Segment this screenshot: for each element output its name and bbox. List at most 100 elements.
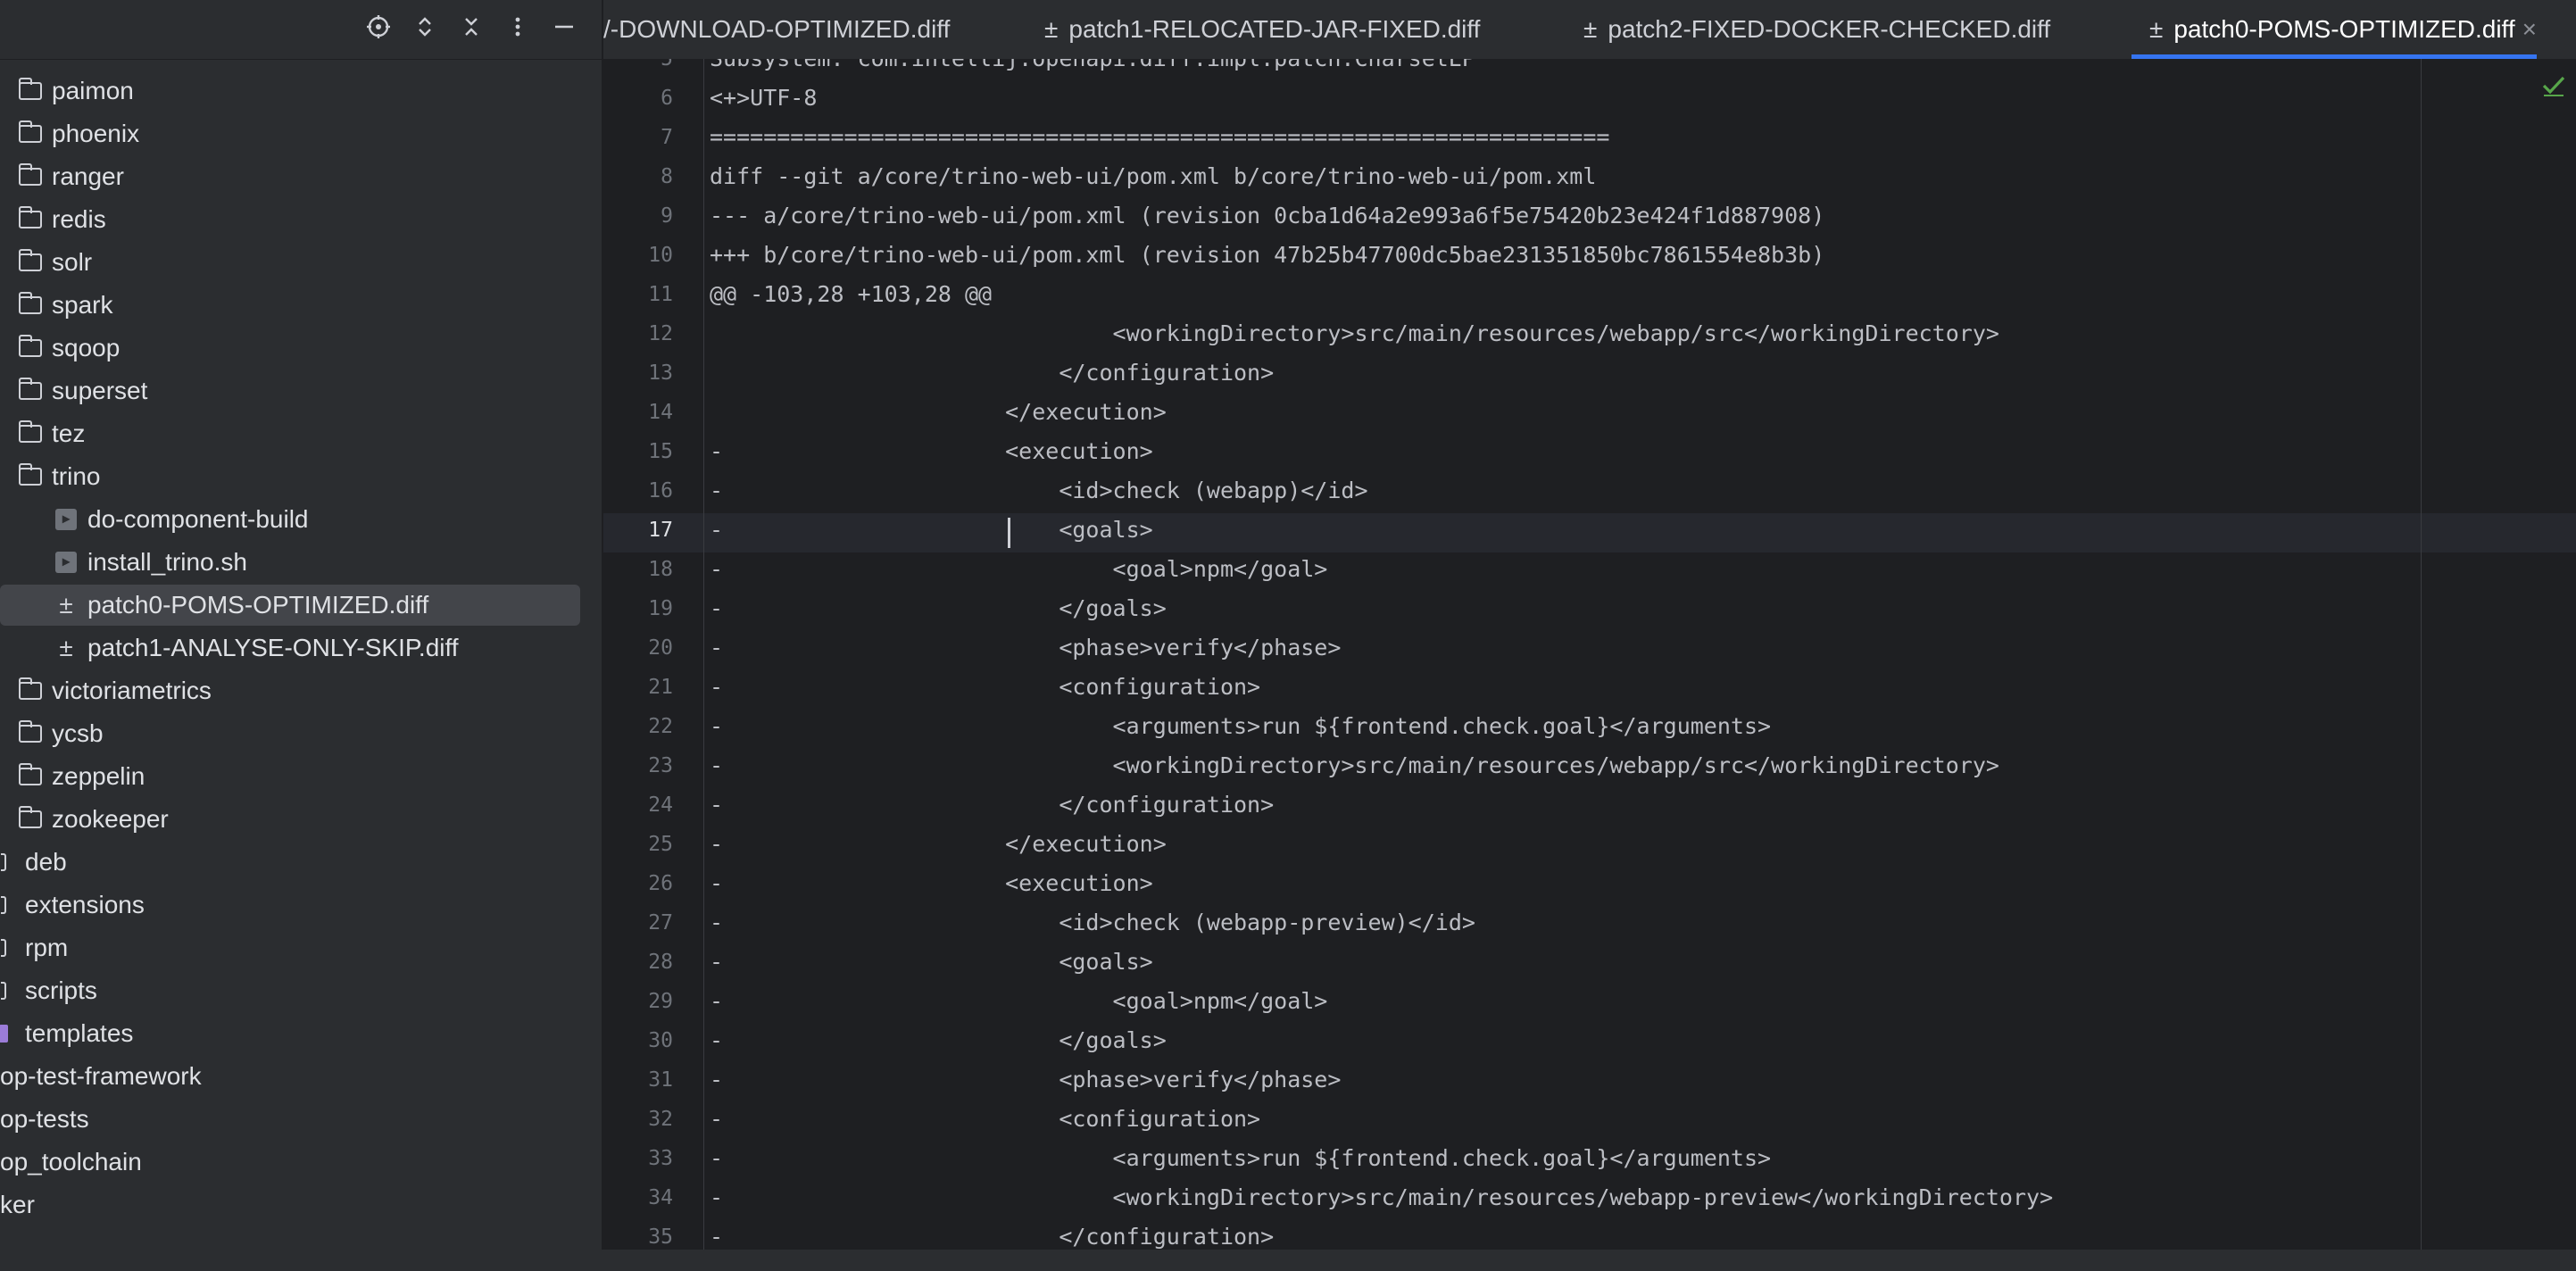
code-line[interactable]: - <id>check (webapp)</id> (710, 471, 1368, 511)
tree-item-patch0-poms-optimized-diff[interactable]: ± patch0-POMS-OPTIMIZED.diff (0, 585, 602, 626)
tree-item-tez[interactable]: tez (0, 414, 602, 453)
line-number: 5 (661, 59, 673, 71)
code-line[interactable]: - </configuration> (710, 1217, 1274, 1250)
tree-item-solr[interactable]: solr (0, 243, 602, 282)
code-line[interactable]: </execution> (710, 393, 1167, 432)
tree-item-rpm[interactable]: rpm (0, 928, 602, 968)
tree-item-patch1-analyse-only-skip-diff[interactable]: ± patch1-ANALYSE-ONLY-SKIP.diff (0, 628, 602, 668)
tree-item-do-component-build[interactable]: ▸ do-component-build (0, 500, 602, 539)
tree-item-op-tests[interactable]: op-tests (0, 1100, 602, 1139)
tab-download-optimized-diff[interactable]: /-DOWNLOAD-OPTIMIZED.diff (603, 0, 950, 59)
code-line[interactable]: - <goals> (710, 943, 1153, 982)
code-line[interactable]: - <id>check (webapp-preview)</id> (710, 903, 1475, 943)
line-number: 23 (648, 754, 673, 777)
tree-item-superset[interactable]: superset (0, 371, 602, 411)
tree-item-redis[interactable]: redis (0, 200, 602, 239)
code-line[interactable]: - <phase>verify</phase> (710, 1060, 1341, 1100)
tree-item-label: patch1-ANALYSE-ONLY-SKIP.diff (87, 634, 459, 661)
code-line[interactable]: ========================================… (710, 118, 1609, 157)
code-line[interactable]: - <phase>verify</phase> (710, 628, 1341, 668)
horizontal-scrollbar[interactable] (603, 1250, 2576, 1271)
folder-icon (16, 763, 45, 789)
code-line[interactable]: --- a/core/trino-web-ui/pom.xml (revisio… (710, 196, 1824, 236)
folder-icon (16, 335, 45, 361)
editor-tabs: /-DOWNLOAD-OPTIMIZED.diff ± patch1-RELOCAT… (603, 0, 2576, 60)
folder-icon (0, 850, 18, 875)
code-line[interactable]: - <goal>npm</goal> (710, 550, 1327, 589)
code-line[interactable]: - <arguments>run ${frontend.check.goal}<… (710, 1139, 1771, 1178)
tree-item-sqoop[interactable]: sqoop (0, 328, 602, 368)
line-number: 29 (648, 990, 673, 1013)
code-line[interactable]: - <execution> (710, 864, 1153, 903)
code-line[interactable]: - <workingDirectory>src/main/resources/w… (710, 746, 1999, 785)
close-tab-icon[interactable]: × (2522, 15, 2537, 44)
tree-item-ker[interactable]: ker (0, 1185, 602, 1225)
tree-item-templates[interactable]: templates (0, 1014, 602, 1053)
tree-item-extensions[interactable]: extensions (0, 885, 602, 925)
tab-patch0-poms-optimized-diff[interactable]: ± patch0-POMS-OPTIMIZED.diff × (2131, 0, 2537, 59)
tab-label: patch2-FIXED-DOCKER-CHECKED.diff (1608, 15, 2051, 43)
code-line[interactable]: - </execution> (710, 825, 1167, 864)
tree-item-label: spark (52, 291, 113, 319)
code-editor[interactable]: 5 6 7 8 9 10 11 12 13 14 15 16 17 18 19 20 21 22 23 24 25 26 2… (603, 59, 2576, 1250)
code-line[interactable]: <+>UTF-8 (710, 79, 817, 118)
code-line[interactable]: - <execution> (710, 432, 1153, 471)
tab-patch2-fixed-docker-checked-diff[interactable]: ± patch2-FIXED-DOCKER-CHECKED.diff (1583, 0, 2050, 59)
code-line[interactable]: diff --git a/core/trino-web-ui/pom.xml b… (710, 157, 1596, 196)
tree-item-label: zeppelin (52, 762, 145, 790)
tree-item-zookeeper[interactable]: zookeeper (0, 800, 602, 839)
tree-item-trino[interactable]: trino (0, 457, 602, 496)
more-options-icon[interactable] (500, 9, 536, 45)
line-number: 8 (661, 165, 673, 188)
line-number: 7 (661, 126, 673, 149)
tree-item-install-trino-sh[interactable]: ▸ install_trino.sh (0, 543, 602, 582)
line-number: 30 (648, 1029, 673, 1052)
tree-item-deb[interactable]: deb (0, 843, 602, 882)
code-line[interactable]: - <configuration> (710, 668, 1260, 707)
line-number: 26 (648, 872, 673, 895)
tree-item-ycsb[interactable]: ycsb (0, 714, 602, 753)
tree-item-spark[interactable]: spark (0, 286, 602, 325)
code-line[interactable]: </configuration> (710, 353, 1274, 393)
folder-icon (16, 78, 45, 104)
line-number: 22 (648, 715, 673, 738)
inspection-ok-icon[interactable] (2540, 71, 2567, 98)
tree-item-phoenix[interactable]: phoenix (0, 114, 602, 154)
tree-item-victoriametrics[interactable]: victoriametrics (0, 671, 602, 710)
code-line[interactable]: +++ b/core/trino-web-ui/pom.xml (revisio… (710, 236, 1824, 275)
diff-icon: ± (1583, 15, 1598, 43)
tree-item-ranger[interactable]: ranger (0, 157, 602, 196)
hide-icon[interactable] (546, 9, 582, 45)
line-number: 10 (648, 244, 673, 267)
folder-icon (16, 420, 45, 446)
code-line[interactable]: <workingDirectory>src/main/resources/web… (710, 314, 1999, 353)
gutter-separator (703, 59, 704, 1250)
code-line[interactable]: - </goals> (710, 589, 1167, 628)
code-line[interactable]: Subsystem: com.intellij.openapi.diff.imp… (710, 59, 1475, 79)
folder-icon (0, 893, 18, 918)
line-number: 15 (648, 440, 673, 463)
tree-item-zeppelin[interactable]: zeppelin (0, 757, 602, 796)
project-tool-window: paimon phoenix ranger redis solr spark sqoop su… (0, 0, 602, 1250)
code-line[interactable]: - </configuration> (710, 785, 1274, 825)
tree-item-scripts[interactable]: scripts (0, 971, 602, 1010)
locate-icon[interactable] (361, 9, 396, 45)
tree-item-paimon[interactable]: paimon (0, 71, 602, 111)
code-line[interactable]: - <goal>npm</goal> (710, 982, 1327, 1021)
code-line[interactable]: - <configuration> (710, 1100, 1260, 1139)
code-line[interactable]: - <workingDirectory>src/main/resources/w… (710, 1178, 2053, 1217)
diff-icon: ± (59, 591, 73, 619)
tree-item-op-toolchain[interactable]: op_toolchain (0, 1142, 602, 1182)
collapse-all-icon[interactable] (453, 9, 489, 45)
folder-icon (0, 935, 18, 960)
tree-item-op-test-framework[interactable]: op-test-framework (0, 1057, 602, 1096)
line-number: 34 (648, 1186, 673, 1209)
code-line[interactable]: @@ -103,28 +103,28 @@ (710, 275, 992, 314)
code-line[interactable]: - </goals> (710, 1021, 1167, 1060)
code-line[interactable]: - <arguments>run ${frontend.check.goal}<… (710, 707, 1771, 746)
code-line[interactable]: - <goals> (710, 511, 1153, 550)
tab-patch1-relocated-jar-fixed-diff[interactable]: ± patch1-RELOCATED-JAR-FIXED.diff (1044, 0, 1480, 59)
expand-collapse-icon[interactable] (407, 9, 443, 45)
folder-icon (16, 677, 45, 703)
tree-item-label: trino (52, 462, 101, 490)
